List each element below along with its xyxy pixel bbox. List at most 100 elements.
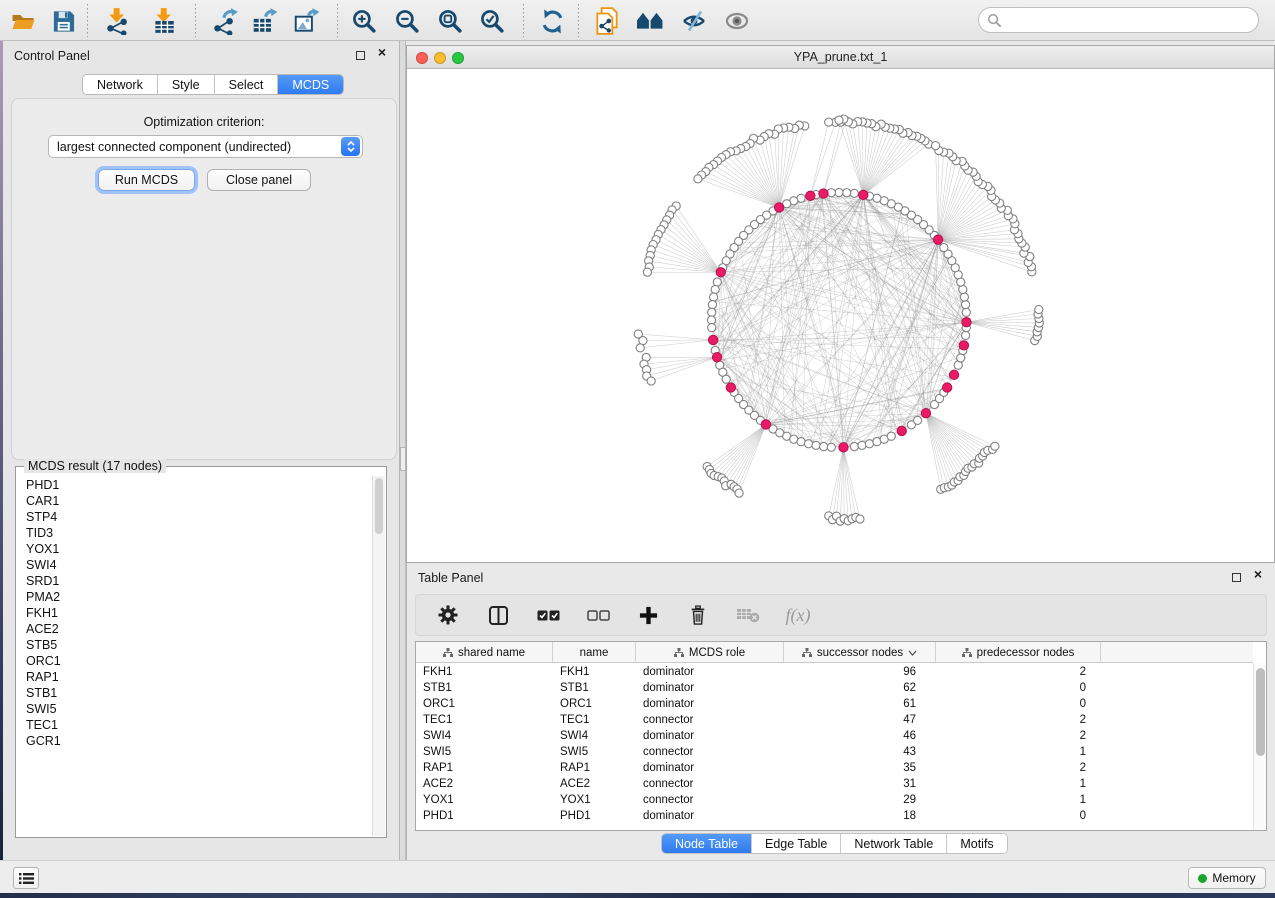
column-header-shared-name[interactable]: shared name — [416, 642, 553, 663]
cell-successor_nodes[interactable]: 61 — [784, 696, 936, 712]
cell-mcds_role[interactable]: dominator — [636, 808, 784, 824]
table-row[interactable]: YOX1YOX1connector291 — [416, 792, 1266, 808]
tab-select[interactable]: Select — [215, 75, 279, 94]
cell-shared_name[interactable]: PHD1 — [416, 808, 553, 824]
run-mcds-button[interactable]: Run MCDS — [98, 169, 195, 191]
close-panel-button[interactable]: Close panel — [207, 169, 311, 191]
cell-mcds_role[interactable]: connector — [636, 776, 784, 792]
cell-shared_name[interactable]: ACE2 — [416, 776, 553, 792]
cell-successor_nodes[interactable]: 96 — [784, 664, 936, 680]
eye-icon[interactable] — [722, 7, 752, 35]
table-row[interactable]: ORC1ORC1dominator610 — [416, 696, 1266, 712]
network-canvas[interactable] — [407, 69, 1274, 562]
table-row[interactable]: SWI4SWI4dominator462 — [416, 728, 1266, 744]
tab-motifs[interactable]: Motifs — [947, 834, 1006, 853]
mcds-result-item[interactable]: TEC1 — [18, 717, 371, 733]
table-row[interactable]: ACE2ACE2connector311 — [416, 776, 1266, 792]
cell-shared_name[interactable]: TEC1 — [416, 712, 553, 728]
mcds-result-item[interactable]: SWI4 — [18, 557, 371, 573]
column-header-successor-nodes[interactable]: successor nodes — [784, 642, 936, 663]
float-panel-icon[interactable] — [356, 51, 365, 60]
tab-mcds[interactable]: MCDS — [278, 75, 343, 94]
cell-predecessor_nodes[interactable]: 1 — [936, 792, 1101, 808]
memory-button[interactable]: Memory — [1188, 867, 1266, 889]
float-panel-icon[interactable] — [1232, 573, 1241, 582]
mcds-result-item[interactable]: FKH1 — [18, 605, 371, 621]
mcds-result-item[interactable]: CAR1 — [18, 493, 371, 509]
cell-successor_nodes[interactable]: 43 — [784, 744, 936, 760]
cell-predecessor_nodes[interactable]: 1 — [936, 776, 1101, 792]
cell-name[interactable]: ORC1 — [553, 696, 636, 712]
tab-network-table[interactable]: Network Table — [841, 834, 947, 853]
cell-name[interactable]: STB1 — [553, 680, 636, 696]
cell-mcds_role[interactable]: connector — [636, 792, 784, 808]
import-table-icon[interactable] — [149, 7, 179, 35]
cell-mcds_role[interactable]: dominator — [636, 680, 784, 696]
cell-successor_nodes[interactable]: 35 — [784, 760, 936, 776]
cell-successor_nodes[interactable]: 31 — [784, 776, 936, 792]
cell-mcds_role[interactable]: connector — [636, 712, 784, 728]
column-view-icon[interactable] — [486, 603, 510, 627]
cell-shared_name[interactable]: ORC1 — [416, 696, 553, 712]
cell-successor_nodes[interactable]: 47 — [784, 712, 936, 728]
save-icon[interactable] — [48, 7, 78, 35]
mcds-result-item[interactable]: ORC1 — [18, 653, 371, 669]
table-scrollbar[interactable] — [1253, 663, 1266, 830]
cell-mcds_role[interactable]: connector — [636, 744, 784, 760]
cell-name[interactable]: RAP1 — [553, 760, 636, 776]
mcds-result-item[interactable]: RAP1 — [18, 669, 371, 685]
select-all-icon[interactable] — [536, 603, 560, 627]
zoom-in-icon[interactable] — [349, 7, 379, 35]
cell-name[interactable]: ACE2 — [553, 776, 636, 792]
close-panel-icon[interactable]: × — [378, 44, 386, 60]
cell-name[interactable]: FKH1 — [553, 664, 636, 680]
search-input[interactable] — [1007, 12, 1258, 28]
mcds-result-list[interactable]: PHD1CAR1STP4TID3YOX1SWI4SRD1PMA2FKH1ACE2… — [18, 477, 371, 835]
mcds-list-scrollbar[interactable] — [372, 476, 385, 836]
binoculars-icon[interactable] — [635, 7, 665, 35]
optimization-criterion-select[interactable]: largest connected component (undirected) — [48, 135, 363, 158]
mcds-result-item[interactable]: GCR1 — [18, 733, 371, 749]
hide-eye-icon[interactable] — [679, 7, 709, 35]
cell-name[interactable]: PHD1 — [553, 808, 636, 824]
search-field[interactable] — [978, 7, 1259, 33]
delete-icon[interactable] — [686, 603, 710, 627]
mcds-result-item[interactable]: YOX1 — [18, 541, 371, 557]
cell-name[interactable]: SWI5 — [553, 744, 636, 760]
mcds-result-item[interactable]: SWI5 — [18, 701, 371, 717]
column-header-MCDS-role[interactable]: MCDS role — [636, 642, 784, 663]
mcds-result-item[interactable]: TID3 — [18, 525, 371, 541]
export-network-icon[interactable] — [210, 7, 240, 35]
mcds-result-item[interactable]: SRD1 — [18, 573, 371, 589]
column-header-predecessor-nodes[interactable]: predecessor nodes — [936, 642, 1101, 663]
tab-node-table[interactable]: Node Table — [662, 834, 752, 853]
cell-mcds_role[interactable]: dominator — [636, 728, 784, 744]
table-row[interactable]: FKH1FKH1dominator962 — [416, 664, 1266, 680]
open-folder-icon[interactable] — [8, 7, 38, 35]
export-image-icon[interactable] — [291, 7, 321, 35]
cell-successor_nodes[interactable]: 29 — [784, 792, 936, 808]
cell-shared_name[interactable]: RAP1 — [416, 760, 553, 776]
tab-edge-table[interactable]: Edge Table — [752, 834, 841, 853]
import-network-icon[interactable] — [103, 7, 133, 35]
cell-shared_name[interactable]: STB1 — [416, 680, 553, 696]
add-column-icon[interactable] — [636, 603, 660, 627]
cell-mcds_role[interactable]: dominator — [636, 664, 784, 680]
cell-predecessor_nodes[interactable]: 1 — [936, 744, 1101, 760]
network-window-titlebar[interactable]: YPA_prune.txt_1 — [407, 46, 1274, 69]
zoom-out-icon[interactable] — [392, 7, 422, 35]
zoom-selected-icon[interactable] — [477, 7, 507, 35]
cell-name[interactable]: SWI4 — [553, 728, 636, 744]
zoom-fit-icon[interactable] — [435, 7, 465, 35]
table-row[interactable]: TEC1TEC1connector472 — [416, 712, 1266, 728]
task-history-button[interactable] — [13, 867, 39, 889]
cell-mcds_role[interactable]: dominator — [636, 760, 784, 776]
table-row[interactable]: SWI5SWI5connector431 — [416, 744, 1266, 760]
column-header-name[interactable]: name — [553, 642, 636, 663]
deselect-all-icon[interactable] — [586, 603, 610, 627]
mcds-result-item[interactable]: STP4 — [18, 509, 371, 525]
mcds-result-item[interactable]: STB1 — [18, 685, 371, 701]
mcds-result-item[interactable]: PMA2 — [18, 589, 371, 605]
network-document-icon[interactable] — [592, 7, 622, 35]
cell-predecessor_nodes[interactable]: 2 — [936, 760, 1101, 776]
